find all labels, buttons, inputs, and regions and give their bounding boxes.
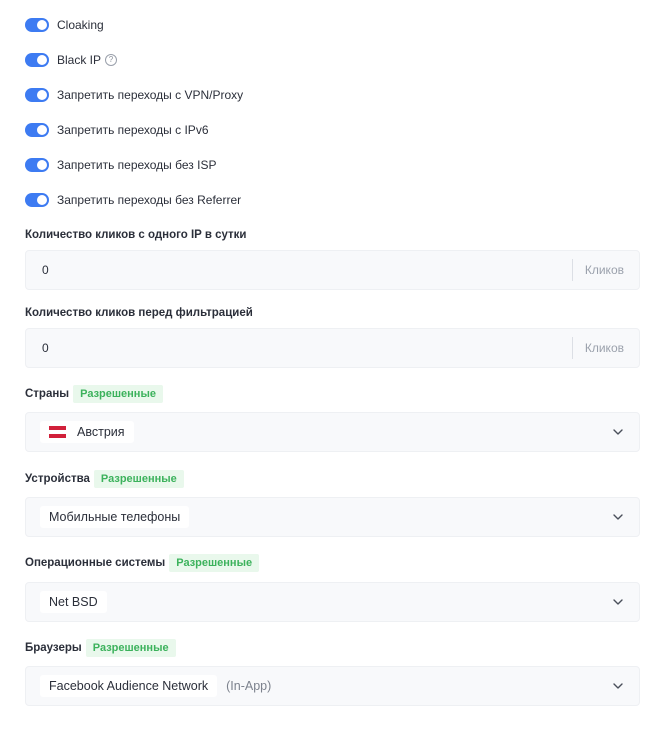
countries-label: Страны Разрешенные xyxy=(25,384,163,404)
devices-allowed-badge[interactable]: Разрешенные xyxy=(93,470,184,488)
countries-label-text: Страны xyxy=(25,388,70,400)
chevron-down-icon[interactable] xyxy=(612,596,624,608)
cloaking-toggle[interactable] xyxy=(25,18,49,32)
selected-browser-extra: (In-App) xyxy=(226,679,272,693)
selected-country-label: Австрия xyxy=(77,425,125,439)
ipv6-toggle[interactable] xyxy=(25,123,49,137)
referrer-toggle[interactable] xyxy=(25,193,49,207)
toggle-label: Запретить переходы с VPN/Proxy xyxy=(57,88,244,102)
austria-flag-icon xyxy=(49,426,66,438)
clicks-per-ip-label: Количество кликов с одного IP в сутки xyxy=(25,229,247,241)
os-label: Операционные системы Разрешенные xyxy=(25,553,260,573)
countries-allowed-badge[interactable]: Разрешенные xyxy=(73,385,163,403)
clicks-before-filter-input[interactable]: 0 Кликов xyxy=(25,328,640,368)
browsers-label-text: Браузеры xyxy=(25,642,82,654)
devices-select[interactable]: Мобильные телефоны xyxy=(25,497,640,537)
toggle-row-black-ip[interactable]: Black IP ? xyxy=(25,50,118,70)
toggle-label: Запретить переходы без ISP xyxy=(57,158,217,172)
toggle-row-isp[interactable]: Запретить переходы без ISP xyxy=(25,155,216,175)
toggle-row-ipv6[interactable]: Запретить переходы с IPv6 xyxy=(25,120,209,140)
clicks-before-filter-label: Количество кликов перед фильтрацией xyxy=(25,307,253,319)
toggle-label: Запретить переходы с IPv6 xyxy=(57,123,209,137)
toggle-label: Запретить переходы без Referrer xyxy=(57,193,242,207)
isp-toggle[interactable] xyxy=(25,158,49,172)
devices-label: Устройства Разрешенные xyxy=(25,469,184,489)
chevron-down-icon[interactable] xyxy=(612,426,624,438)
os-label-text: Операционные системы xyxy=(25,557,166,569)
toggle-label: Black IP xyxy=(57,53,102,67)
selected-browser-label: Facebook Audience Network xyxy=(49,679,209,693)
countries-select[interactable]: Австрия xyxy=(25,412,640,452)
devices-label-text: Устройства xyxy=(25,473,90,485)
toggle-label: Cloaking xyxy=(57,18,104,32)
selected-os-chip[interactable]: Net BSD xyxy=(40,591,107,613)
selected-device-label: Мобильные телефоны xyxy=(49,510,181,524)
selected-country-chip[interactable]: Австрия xyxy=(40,421,134,443)
selected-device-chip[interactable]: Мобильные телефоны xyxy=(40,506,190,528)
selected-browser-chip[interactable]: Facebook Audience Network xyxy=(40,675,218,697)
browsers-allowed-badge[interactable]: Разрешенные xyxy=(85,639,176,657)
toggle-row-referrer[interactable]: Запретить переходы без Referrer xyxy=(25,190,241,210)
black-ip-toggle[interactable] xyxy=(25,53,49,67)
chevron-down-icon[interactable] xyxy=(612,511,624,523)
clicks-suffix: Кликов xyxy=(571,337,639,359)
chevron-down-icon[interactable] xyxy=(612,680,624,692)
clicks-per-ip-value[interactable]: 0 xyxy=(42,263,572,277)
help-icon[interactable]: ? xyxy=(105,54,118,66)
clicks-before-filter-value[interactable]: 0 xyxy=(42,341,572,355)
browsers-select[interactable]: Facebook Audience Network (In-App) xyxy=(25,666,640,706)
os-select[interactable]: Net BSD xyxy=(25,582,640,622)
vpn-proxy-toggle[interactable] xyxy=(25,88,49,102)
os-allowed-badge[interactable]: Разрешенные xyxy=(169,554,260,572)
browsers-label: Браузеры Разрешенные xyxy=(25,638,176,658)
clicks-per-ip-input[interactable]: 0 Кликов xyxy=(25,250,640,290)
clicks-suffix: Кликов xyxy=(571,259,639,281)
toggle-row-cloaking[interactable]: Cloaking xyxy=(25,15,104,35)
selected-os-label: Net BSD xyxy=(49,595,98,609)
toggle-row-vpn-proxy[interactable]: Запретить переходы с VPN/Proxy xyxy=(25,85,243,105)
